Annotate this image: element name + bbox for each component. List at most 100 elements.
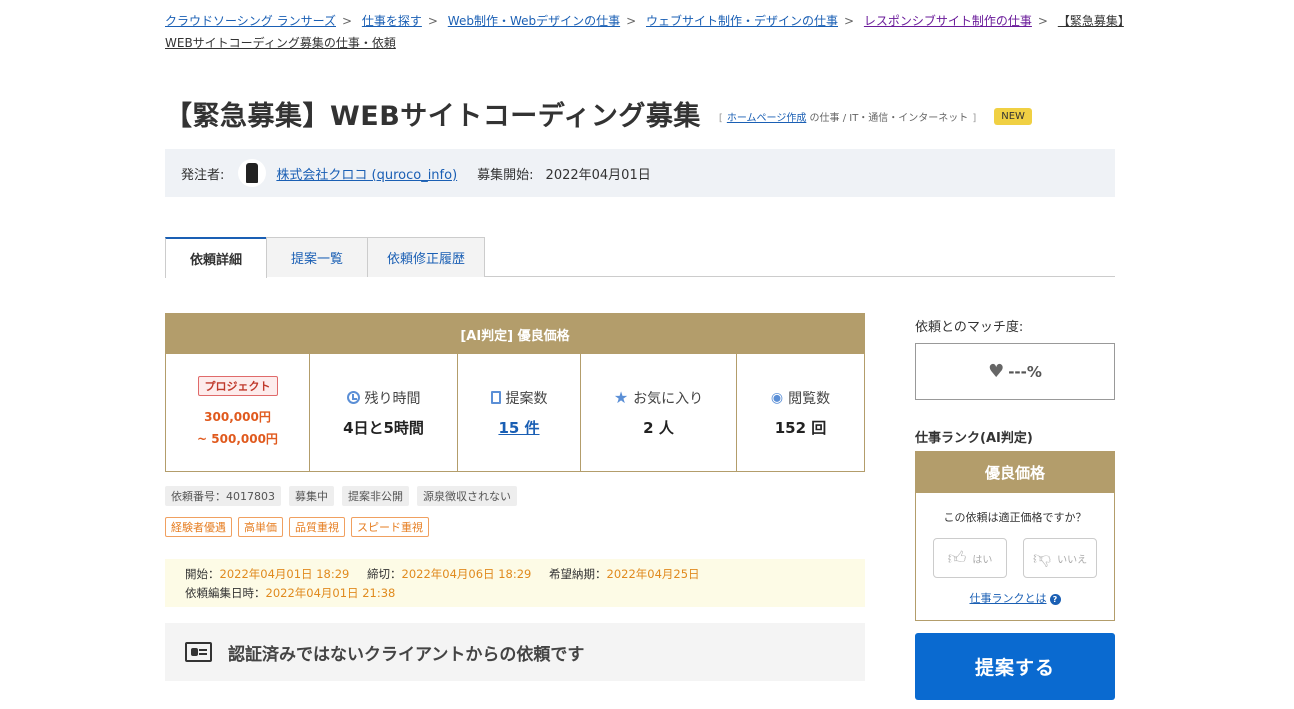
remaining-cell: 残り時間 4日と5時間 xyxy=(310,354,458,471)
proposal-privacy-tag: 提案非公開 xyxy=(342,486,409,506)
info-tags: 依頼番号：4017803 募集中 提案非公開 源泉徴収されない xyxy=(165,486,517,506)
start-value: 2022年04月01日 18:29 xyxy=(219,567,350,581)
status-tag: 募集中 xyxy=(289,486,334,506)
breadcrumb-item[interactable]: クラウドソーシング ランサーズ xyxy=(165,14,336,28)
budget-min: 300,000円 xyxy=(204,409,271,424)
document-icon xyxy=(490,391,501,404)
rank-help-link[interactable]: 仕事ランクとは xyxy=(970,592,1047,605)
client-avatar[interactable] xyxy=(238,159,267,187)
views-label: 閲覧数 xyxy=(788,390,831,407)
proposals-count-link[interactable]: 15 件 xyxy=(498,417,539,438)
budget-max: ~ 500,000円 xyxy=(197,431,278,446)
breadcrumb-separator: > xyxy=(626,14,637,28)
feature-tags: 経験者優遇 高単価 品質重視 スピード重視 xyxy=(165,517,429,537)
vote-yes-button[interactable]: 👍︎ はい xyxy=(933,538,1007,578)
breadcrumb-separator: > xyxy=(341,14,353,28)
category-link[interactable]: ホームページ作成 xyxy=(727,113,807,124)
bracket-open: [ xyxy=(718,113,723,124)
favorites-label: お気に入り xyxy=(633,390,704,407)
delivery-value: 2022年04月25日 xyxy=(606,567,700,581)
rank-header: 優良価格 xyxy=(916,452,1114,493)
heart-icon: ♥ xyxy=(988,361,1005,382)
price-header: [AI判定] 優良価格 xyxy=(166,314,864,354)
schedule-row-1: 開始：2022年04月01日 18:29 締切：2022年04月06日 18:2… xyxy=(185,565,845,584)
edited-value: 2022年04月01日 21:38 xyxy=(265,586,396,600)
views-label-row: ◉ 閲覧数 xyxy=(771,388,830,408)
breadcrumb-item[interactable]: 仕事を探す xyxy=(362,14,422,28)
category-text: の仕事 / IT・通信・インターネット xyxy=(809,113,969,124)
budget-cell: プロジェクト 300,000円 ~ 500,000円 xyxy=(166,354,310,471)
title-row: 【緊急募集】WEBサイトコーディング募集 [ ホームページ作成 の仕事 / IT・… xyxy=(165,94,1032,133)
star-icon: ★ xyxy=(613,387,629,407)
breadcrumb: クラウドソーシング ランサーズ > 仕事を探す > Web制作・Webデザインの仕事… xyxy=(165,10,1125,54)
bracket-close: ] xyxy=(972,113,977,124)
proposals-cell: 提案数 15 件 xyxy=(458,354,581,471)
schedule-box: 開始：2022年04月01日 18:29 締切：2022年04月06日 18:2… xyxy=(165,559,865,607)
price-summary: [AI判定] 優良価格 プロジェクト 300,000円 ~ 500,000円 残… xyxy=(165,313,865,472)
page-title: 【緊急募集】WEBサイトコーディング募集 xyxy=(165,101,701,132)
edited-label: 依頼編集日時： xyxy=(185,586,266,600)
client-label: 発注者: xyxy=(181,167,225,183)
favorites-value: 2 人 xyxy=(643,418,674,437)
vote-buttons: 👍︎ はい 👎︎ いいえ xyxy=(916,538,1114,578)
price-cells: プロジェクト 300,000円 ~ 500,000円 残り時間 4日と5時間 提… xyxy=(166,354,864,471)
job-number-tag: 依頼番号：4017803 xyxy=(165,486,281,506)
match-value: ---% xyxy=(1008,362,1042,381)
breadcrumb-item[interactable]: ウェブサイト制作・デザインの仕事 xyxy=(646,14,838,28)
remaining-label-row: 残り時間 xyxy=(346,388,421,408)
propose-button[interactable]: 提案する xyxy=(915,633,1115,700)
proposals-label: 提案数 xyxy=(505,390,548,407)
tab-details[interactable]: 依頼詳細 xyxy=(165,237,267,278)
feature-tag: スピード重視 xyxy=(351,517,429,537)
favorites-label-row: ★ お気に入り xyxy=(614,388,703,408)
thumbs-down-icon: 👎︎ xyxy=(1032,548,1052,569)
proposals-label-row: 提案数 xyxy=(490,388,548,408)
id-card-icon xyxy=(185,642,212,662)
unverified-client-notice: 認証済みではないクライアントからの依頼です xyxy=(165,623,865,681)
vote-yes-label: はい xyxy=(972,554,993,566)
breadcrumb-item[interactable]: レスポンシブサイト制作の仕事 xyxy=(864,14,1032,28)
category-info: [ ホームページ作成 の仕事 / IT・通信・インターネット] xyxy=(715,109,980,124)
thumbs-up-icon: 👍︎ xyxy=(947,548,967,569)
feature-tag: 経験者優遇 xyxy=(165,517,232,537)
tab-bar: 依頼詳細 提案一覧 依頼修正履歴 xyxy=(165,237,1115,278)
match-label: 依頼とのマッチ度: xyxy=(915,320,1024,335)
new-badge: NEW xyxy=(994,108,1032,125)
start-label: 開始： xyxy=(185,567,220,581)
breadcrumb-item[interactable]: Web制作・Webデザインの仕事 xyxy=(448,14,620,28)
tab-proposals[interactable]: 提案一覧 xyxy=(266,237,368,277)
rank-help: 仕事ランクとは? xyxy=(916,590,1114,606)
project-badge: プロジェクト xyxy=(197,375,278,396)
favorites-cell: ★ お気に入り 2 人 xyxy=(581,354,737,471)
views-cell: ◉ 閲覧数 152 回 xyxy=(737,354,864,471)
rank-question: この依頼は適正価格ですか？ xyxy=(943,511,1087,524)
breadcrumb-separator: > xyxy=(844,14,855,28)
tab-history[interactable]: 依頼修正履歴 xyxy=(367,237,485,277)
breadcrumb-separator: > xyxy=(1037,14,1048,28)
question-icon[interactable]: ? xyxy=(1049,594,1061,605)
deadline-value: 2022年04月06日 18:29 xyxy=(401,567,532,581)
unverified-text: 認証済みではないクライアントからの依頼です xyxy=(228,644,585,665)
start-date: 2022年04月01日 xyxy=(545,167,651,183)
clock-icon xyxy=(346,391,360,404)
deadline-label: 締切： xyxy=(367,567,402,581)
breadcrumb-separator: > xyxy=(427,14,438,28)
feature-tag: 高単価 xyxy=(238,517,283,537)
vote-no-button[interactable]: 👎︎ いいえ xyxy=(1023,538,1097,578)
start-label: 募集開始: xyxy=(477,167,534,183)
client-name-link[interactable]: 株式会社クロコ (quroco_info) xyxy=(276,164,457,183)
rank-box: 優良価格 この依頼は適正価格ですか？ 👍︎ はい 👎︎ いいえ 仕事ランクとは? xyxy=(915,451,1115,621)
views-value: 152 回 xyxy=(774,418,827,437)
vote-no-label: いいえ xyxy=(1057,554,1088,566)
avatar-figure-icon xyxy=(246,163,259,183)
delivery-label: 希望納期： xyxy=(549,567,607,581)
feature-tag: 品質重視 xyxy=(289,517,345,537)
remaining-value: 4日と5時間 xyxy=(343,418,424,437)
schedule-row-2: 依頼編集日時：2022年04月01日 21:38 xyxy=(185,584,845,603)
withholding-tag: 源泉徴収されない xyxy=(417,486,517,506)
match-box: ♥ ---% xyxy=(915,343,1115,400)
eye-icon: ◉ xyxy=(770,389,784,406)
rank-label: 仕事ランク(AI判定) xyxy=(915,431,1033,446)
client-bar: 発注者: 株式会社クロコ (quroco_info) 募集開始: 2022年04… xyxy=(165,149,1115,197)
remaining-label: 残り時間 xyxy=(364,390,421,407)
